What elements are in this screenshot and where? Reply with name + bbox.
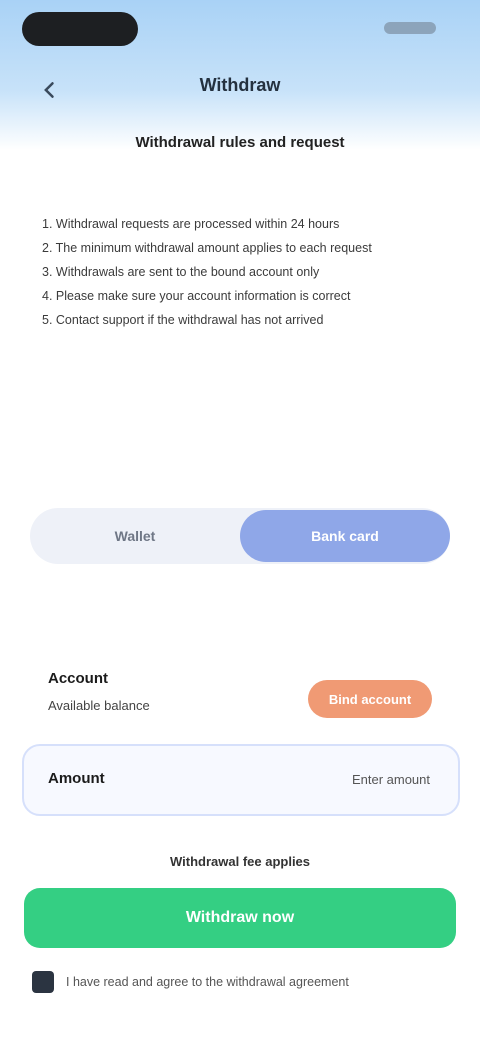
- toggle-wallet[interactable]: Wallet: [30, 510, 240, 562]
- rule-item: 3. Withdrawals are sent to the bound acc…: [42, 265, 320, 279]
- rules-list: 1. Withdrawal requests are processed wit…: [42, 212, 438, 332]
- method-toggle: Wallet Bank card: [30, 508, 450, 564]
- toggle-bank-card[interactable]: Bank card: [240, 510, 450, 562]
- agreement-row: I have read and agree to the withdrawal …: [32, 966, 452, 998]
- rule-item: 1. Withdrawal requests are processed wit…: [42, 217, 340, 231]
- account-label: Account: [48, 670, 108, 687]
- agreement-text[interactable]: I have read and agree to the withdrawal …: [66, 975, 349, 989]
- rule-item: 4. Please make sure your account informa…: [42, 289, 351, 303]
- fee-hint: Withdrawal fee applies: [169, 854, 311, 869]
- status-icons: [384, 22, 436, 34]
- account-subtext: Available balance: [48, 698, 150, 713]
- intro-heading: Withdrawal rules and request: [135, 134, 345, 151]
- bind-account-button[interactable]: Bind account: [308, 680, 432, 718]
- chevron-left-icon: [44, 82, 54, 98]
- page-title: Withdraw: [199, 75, 281, 95]
- rule-item: 5. Contact support if the withdrawal has…: [42, 313, 324, 327]
- back-button[interactable]: [30, 70, 70, 110]
- rule-item: 2. The minimum withdrawal amount applies…: [42, 241, 372, 255]
- amount-input[interactable]: Enter amount: [352, 772, 430, 787]
- amount-field[interactable]: Amount Enter amount: [22, 744, 460, 816]
- amount-label: Amount: [48, 770, 105, 787]
- account-row: Account Available balance Bind account: [44, 660, 440, 724]
- agreement-checkbox[interactable]: [32, 971, 54, 993]
- withdraw-button[interactable]: Withdraw now: [24, 888, 456, 948]
- status-bar-pill: [22, 12, 138, 46]
